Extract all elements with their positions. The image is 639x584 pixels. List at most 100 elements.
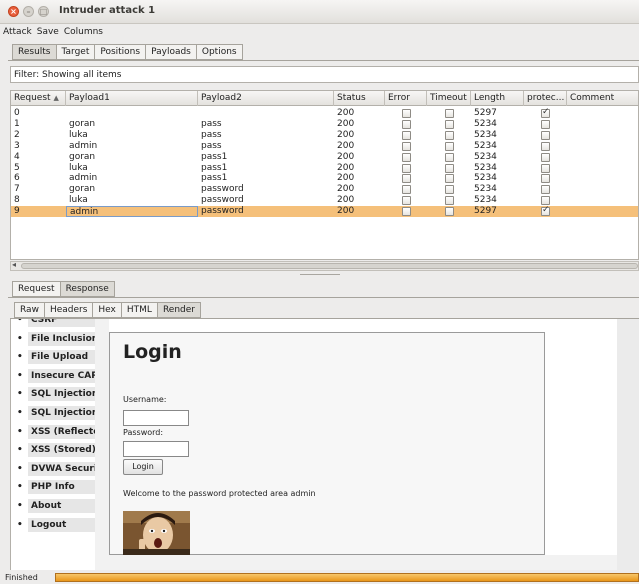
timeout-checkbox [445,163,454,173]
maximize-icon: □ [39,7,48,16]
nav-item[interactable]: • CSRF [11,319,95,327]
table-row[interactable]: 6 admin pass1 200 5234 [11,173,638,184]
tab-target[interactable]: Target [55,44,95,60]
nav-item[interactable]: • PHP Info [11,480,95,495]
tab-hex[interactable]: Hex [92,302,121,318]
cell-length: 5234 [474,162,497,173]
cell-length: 5297 [474,206,497,217]
error-checkbox [402,141,411,151]
header-error[interactable]: Error [385,91,427,106]
nav-item[interactable]: • Logout [11,517,95,532]
table-row[interactable]: 0 200 5297 [11,107,638,119]
tab-raw[interactable]: Raw [14,302,44,318]
cell-payload2: pass [201,140,222,151]
menu-attack[interactable]: Attack [0,24,34,37]
protected-checkbox [541,119,550,129]
cell-request: 7 [14,184,20,195]
scroll-left-icon[interactable]: ◂ [12,260,16,269]
cell-length: 5297 [474,108,497,118]
cell-status: 200 [337,206,355,217]
tab-positions[interactable]: Positions [94,44,146,60]
protected-checkbox [541,196,550,206]
table-row[interactable]: 1 goran pass 200 5234 [11,118,638,130]
user-photo-image [123,511,190,555]
table-row[interactable]: 3 admin pass 200 5234 [11,140,638,152]
cell-status: 200 [337,140,355,151]
tab-render[interactable]: Render [156,302,201,318]
status-bar: Finished [0,570,639,584]
close-icon: × [10,7,17,16]
header-protected[interactable]: protec... [524,91,567,106]
dvwa-nav-menu: • CSRF • File Inclusion • File Upload • Insecur… [11,319,95,570]
protected-checkbox [541,174,550,184]
nav-item[interactable]: • File Inclusion [11,331,95,346]
table-row[interactable]: 4 goran pass1 200 5234 [11,151,638,163]
bullet-icon: • [17,445,23,456]
cell-payload1: admin [69,140,98,151]
nav-item[interactable]: • SQL Injection (Blind) [11,406,95,420]
header-payload1[interactable]: Payload1 [66,91,198,106]
bullet-icon: • [17,389,23,400]
cell-status: 200 [337,151,355,162]
nav-item[interactable]: • Insecure CAPTCHA [11,368,95,383]
menu-columns[interactable]: Columns [61,24,105,37]
header-length[interactable]: Length [471,91,524,106]
cell-status: 200 [337,118,355,129]
header-timeout[interactable]: Timeout [427,91,471,106]
timeout-checkbox [445,152,454,162]
tab-options[interactable]: Options [195,44,243,60]
password-input[interactable] [123,441,189,457]
login-box: Login Username: Password: Login Welcome … [109,332,545,555]
error-checkbox [402,163,411,173]
nav-item[interactable]: • About [11,499,95,513]
tab-results[interactable]: Results [12,44,56,60]
filter-bar[interactable]: Filter: Showing all items [10,66,639,83]
nav-item[interactable]: • SQL Injection [11,387,95,402]
bullet-icon: • [17,519,23,530]
nav-item-label: PHP Info [28,480,95,495]
tab-headers[interactable]: Headers [43,302,93,318]
error-checkbox [402,185,411,195]
cell-status: 200 [337,162,355,173]
nav-item[interactable]: • XSS (Reflected) [11,424,95,439]
table-row[interactable]: 7 goran password 200 5234 [11,184,638,195]
table-row[interactable]: 5 luka pass1 200 5234 [11,162,638,174]
username-input[interactable] [123,410,189,426]
main-tabs: Results Target Positions Payloads Option… [12,44,243,60]
cell-payload2: password [201,195,244,206]
nav-item[interactable]: • XSS (Stored) [11,443,95,458]
cell-payload1: goran [69,184,96,195]
timeout-checkbox [445,196,454,206]
cell-payload1: luka [69,195,88,206]
error-checkbox [402,109,411,118]
cell-status: 200 [337,184,355,195]
scrollbar-thumb[interactable] [21,263,638,269]
tab-html[interactable]: HTML [120,302,157,318]
password-label: Password: [123,428,164,437]
login-button[interactable]: Login [123,459,163,475]
menu-save[interactable]: Save [34,24,61,37]
close-window-button[interactable]: × [8,6,19,17]
tab-response[interactable]: Response [59,281,115,297]
horizontal-scrollbar[interactable]: ◂ [10,260,639,271]
login-title: Login [123,341,182,363]
nav-item[interactable]: • DVWA Security [11,461,95,476]
cell-payload2: pass1 [201,162,228,173]
header-comment[interactable]: Comment [567,91,638,106]
username-label: Username: [123,395,167,404]
cell-request: 0 [14,108,20,118]
table-row[interactable]: 9 admin password 200 5297 [11,205,638,218]
pane-splitter[interactable] [300,274,340,275]
protected-checkbox [541,152,550,162]
header-status[interactable]: Status [334,91,385,106]
minimize-window-button[interactable]: – [23,6,34,17]
table-row[interactable]: 2 luka pass 200 5234 [11,130,638,141]
header-payload2[interactable]: Payload2 [198,91,334,106]
maximize-window-button[interactable]: □ [38,6,49,17]
tab-request[interactable]: Request [12,281,60,297]
cell-payload1: luka [69,162,88,173]
header-request[interactable]: Request ▲ [11,91,66,106]
title-bar: × – □ Intruder attack 1 [0,0,639,24]
nav-item[interactable]: • File Upload [11,350,95,365]
tab-payloads[interactable]: Payloads [145,44,196,60]
